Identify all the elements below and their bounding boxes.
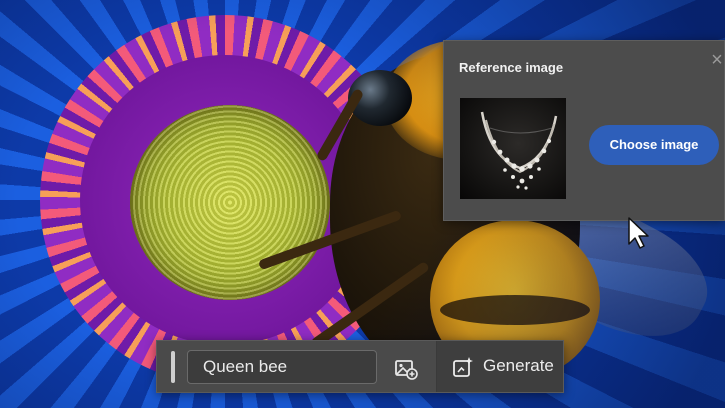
prompt-bar: Queen bee Generate	[156, 340, 564, 393]
bee-leg	[315, 87, 365, 163]
panel-title: Reference image	[459, 60, 564, 75]
add-image-icon	[395, 360, 418, 380]
mouse-cursor-icon	[628, 217, 649, 249]
flower-petals	[40, 15, 410, 385]
choose-image-button[interactable]: Choose image	[589, 125, 719, 165]
prompt-input[interactable]: Queen bee	[187, 350, 377, 384]
close-icon[interactable]: ×	[706, 49, 725, 71]
generate-button[interactable]: Generate	[437, 341, 563, 392]
bee-leg	[257, 209, 403, 271]
reference-thumbnail[interactable]	[460, 98, 566, 199]
reference-image-panel: Reference image × Choose image	[443, 40, 725, 221]
necklace-image	[480, 111, 558, 190]
flower-center	[130, 105, 330, 300]
bee-leg	[309, 260, 431, 350]
drag-handle[interactable]	[171, 351, 175, 383]
bee-eye	[348, 70, 412, 126]
sparkle-image-icon	[453, 357, 473, 377]
bee-stripe	[440, 295, 590, 325]
reference-image-button[interactable]	[391, 353, 421, 383]
generate-label: Generate	[483, 356, 554, 375]
